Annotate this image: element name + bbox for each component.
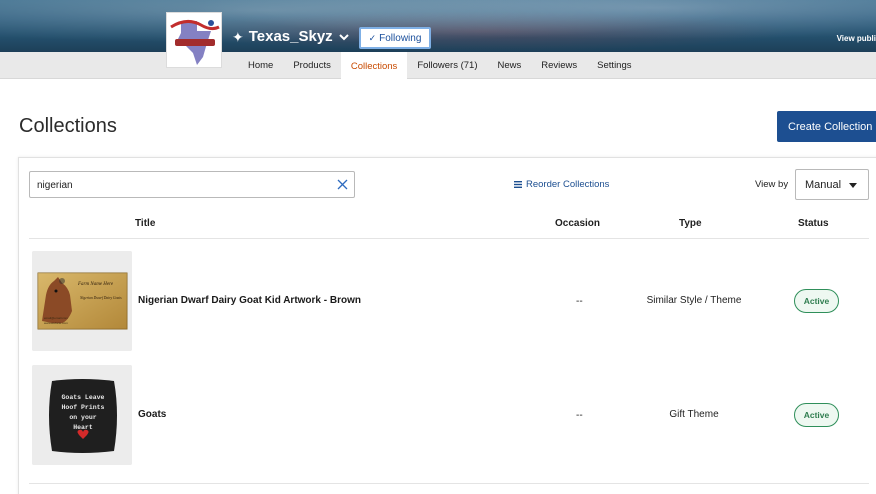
column-header-title[interactable]: Title <box>135 218 155 229</box>
column-header-type[interactable]: Type <box>679 218 702 229</box>
following-label: Following <box>379 32 422 44</box>
chevron-down-icon <box>338 33 349 40</box>
card-website: www.website.com <box>44 321 68 325</box>
view-public-link[interactable]: View publi <box>837 34 876 43</box>
check-icon: ✓ <box>368 32 377 43</box>
card-farm-name: Farm Name Here <box>77 282 114 287</box>
collection-occasion: -- <box>576 410 583 421</box>
banner-cloud-texture <box>0 0 876 52</box>
card-subtitle: Nigerian Dwarf Dairy Goats <box>79 296 122 300</box>
status-badge: Active <box>794 403 839 427</box>
card-email: email@email.com <box>44 316 68 320</box>
collection-title[interactable]: Goats <box>138 409 166 420</box>
search-field[interactable] <box>29 171 355 198</box>
tab-reviews[interactable]: Reviews <box>531 52 587 79</box>
view-by-label: View by <box>755 179 789 190</box>
page-title: Collections <box>19 115 117 137</box>
store-nav: Home Products Collections Followers (71) New… <box>0 52 876 80</box>
table-row[interactable]: Goats Leave Hoof Prints on your Heart Go… <box>29 358 869 484</box>
column-header-occasion[interactable]: Occasion <box>555 218 600 229</box>
nav-tabs: Home Products Collections Followers (71) New… <box>238 52 642 80</box>
collection-type: Gift Theme <box>669 409 719 420</box>
view-by-select[interactable]: Manual <box>795 169 869 200</box>
row-divider <box>29 483 869 484</box>
reorder-label: Reorder Collections <box>526 179 610 190</box>
collection-thumbnail[interactable]: Goats Leave Hoof Prints on your Heart <box>32 365 132 465</box>
pillow-line-1: Goats Leave <box>62 394 105 401</box>
list-icon <box>514 181 522 188</box>
store-banner: ✦ Texas_Skyz ✓ Following View publi <box>0 0 876 52</box>
caret-down-icon <box>849 183 857 188</box>
column-header-status[interactable]: Status <box>798 218 829 229</box>
tab-news[interactable]: News <box>488 52 532 79</box>
following-button[interactable]: ✓ Following <box>359 27 431 49</box>
tab-settings[interactable]: Settings <box>587 52 641 79</box>
store-name-menu[interactable]: ✦ Texas_Skyz <box>232 28 350 45</box>
status-badge: Active <box>794 289 839 313</box>
header-divider <box>29 238 869 239</box>
collection-type: Similar Style / Theme <box>646 295 742 306</box>
tab-followers-71[interactable]: Followers (71) <box>407 52 487 79</box>
tab-home[interactable]: Home <box>238 52 283 79</box>
store-name: Texas_Skyz <box>248 28 333 45</box>
table-row[interactable]: Farm Name Here Nigerian Dwarf Dairy Goat… <box>29 244 869 354</box>
collection-occasion: -- <box>576 296 583 307</box>
collection-thumbnail[interactable]: Farm Name Here Nigerian Dwarf Dairy Goat… <box>32 251 132 351</box>
business-card-image: Farm Name Here Nigerian Dwarf Dairy Goat… <box>32 251 132 351</box>
pin-icon: ✦ <box>232 28 244 45</box>
pillow-line-3: on your <box>69 414 96 421</box>
create-collection-button[interactable]: Create Collection <box>777 111 876 142</box>
store-logo-graphic <box>167 13 221 67</box>
collection-title[interactable]: Nigerian Dwarf Dairy Goat Kid Artwork - … <box>138 295 361 306</box>
tab-collections[interactable]: Collections <box>340 52 408 80</box>
reorder-collections-link[interactable]: Reorder Collections <box>514 179 609 190</box>
tab-products[interactable]: Products <box>283 52 341 79</box>
store-logo[interactable] <box>166 12 222 68</box>
pillow-image: Goats Leave Hoof Prints on your Heart <box>32 365 132 465</box>
search-input[interactable] <box>37 177 327 193</box>
pillow-line-4: Heart <box>73 424 93 431</box>
view-by-value: Manual <box>805 178 842 191</box>
close-icon[interactable] <box>336 178 349 191</box>
pillow-line-2: Hoof Prints <box>62 404 105 411</box>
page: ✦ Texas_Skyz ✓ Following View publi Home… <box>0 0 876 494</box>
